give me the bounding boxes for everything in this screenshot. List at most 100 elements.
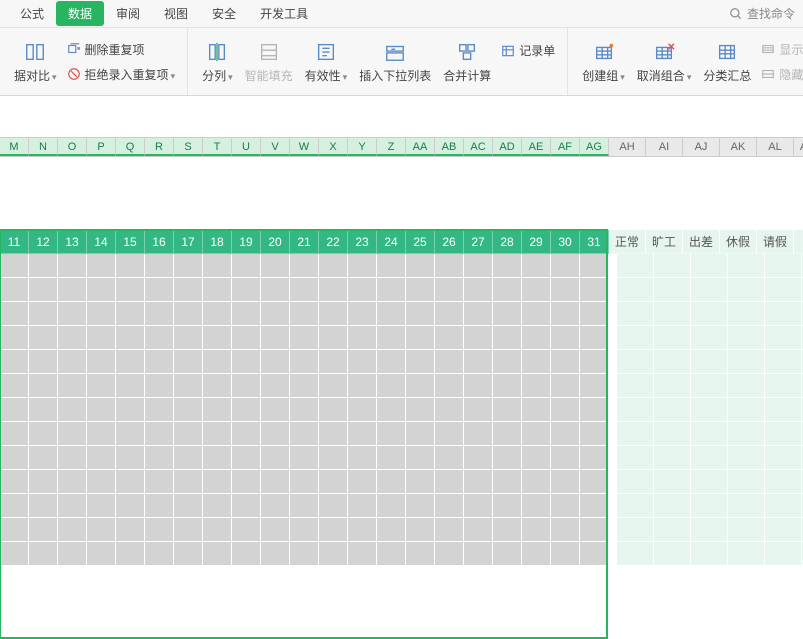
cell[interactable] — [0, 278, 29, 302]
col-header-P[interactable]: P — [87, 138, 116, 156]
cell[interactable] — [617, 278, 654, 302]
cell[interactable] — [174, 398, 203, 422]
cell[interactable] — [580, 374, 609, 398]
cell[interactable] — [654, 302, 691, 326]
cell[interactable] — [29, 302, 58, 326]
cell[interactable] — [348, 542, 377, 566]
cell[interactable] — [29, 422, 58, 446]
cell[interactable] — [87, 254, 116, 278]
cell[interactable] — [406, 278, 435, 302]
cell[interactable] — [145, 374, 174, 398]
cell[interactable] — [232, 446, 261, 470]
cell[interactable] — [654, 494, 691, 518]
cell[interactable] — [464, 350, 493, 374]
cell[interactable] — [691, 374, 728, 398]
header-day-28[interactable]: 28 — [493, 230, 522, 254]
cell[interactable] — [348, 302, 377, 326]
cell[interactable] — [232, 470, 261, 494]
cell[interactable] — [493, 422, 522, 446]
cell[interactable] — [174, 302, 203, 326]
cell[interactable] — [203, 398, 232, 422]
col-header-R[interactable]: R — [145, 138, 174, 156]
col-header-U[interactable]: U — [232, 138, 261, 156]
col-header-AL[interactable]: AL — [757, 138, 794, 156]
cell[interactable] — [145, 470, 174, 494]
cell[interactable] — [232, 326, 261, 350]
cell[interactable] — [435, 542, 464, 566]
cell[interactable] — [377, 278, 406, 302]
col-header-S[interactable]: S — [174, 138, 203, 156]
cell[interactable] — [435, 422, 464, 446]
cell[interactable] — [464, 302, 493, 326]
consolidate-button[interactable]: 合并计算 — [437, 28, 497, 95]
cell[interactable] — [617, 542, 654, 566]
cell[interactable] — [290, 470, 319, 494]
cell[interactable] — [319, 302, 348, 326]
cell[interactable] — [58, 350, 87, 374]
cell[interactable] — [145, 494, 174, 518]
cell[interactable] — [435, 374, 464, 398]
cell[interactable] — [691, 326, 728, 350]
cell[interactable] — [58, 518, 87, 542]
cell[interactable] — [87, 470, 116, 494]
cell[interactable] — [261, 302, 290, 326]
grid-days[interactable] — [0, 254, 609, 566]
cell[interactable] — [377, 254, 406, 278]
cell[interactable] — [654, 422, 691, 446]
cell[interactable] — [522, 422, 551, 446]
cell[interactable] — [290, 518, 319, 542]
cell[interactable] — [464, 494, 493, 518]
cell[interactable] — [232, 374, 261, 398]
cell[interactable] — [348, 326, 377, 350]
cell[interactable] — [203, 278, 232, 302]
col-header-AG[interactable]: AG — [580, 138, 609, 156]
cell[interactable] — [0, 350, 29, 374]
cell[interactable] — [406, 254, 435, 278]
cell[interactable] — [290, 542, 319, 566]
cell[interactable] — [29, 254, 58, 278]
cell[interactable] — [58, 422, 87, 446]
cell[interactable] — [551, 254, 580, 278]
cell[interactable] — [580, 422, 609, 446]
cell[interactable] — [29, 518, 58, 542]
cell[interactable] — [319, 542, 348, 566]
cell[interactable] — [691, 470, 728, 494]
cell[interactable] — [493, 398, 522, 422]
cell[interactable] — [654, 542, 691, 566]
cell[interactable] — [765, 422, 802, 446]
header-day-19[interactable]: 19 — [232, 230, 261, 254]
cell[interactable] — [377, 422, 406, 446]
cell[interactable] — [654, 398, 691, 422]
cell[interactable] — [203, 302, 232, 326]
cell[interactable] — [0, 374, 29, 398]
cell[interactable] — [654, 374, 691, 398]
column-headers[interactable]: MNOPQRSTUVWXYZAAABACADAEAFAGAHAIAJAKALA — [0, 137, 803, 157]
cell[interactable] — [551, 422, 580, 446]
cell[interactable] — [728, 374, 765, 398]
cell[interactable] — [116, 422, 145, 446]
grid-cats[interactable] — [617, 254, 803, 566]
cell[interactable] — [87, 350, 116, 374]
cell[interactable] — [348, 494, 377, 518]
cell[interactable] — [728, 422, 765, 446]
cell[interactable] — [261, 350, 290, 374]
cell[interactable] — [522, 518, 551, 542]
cell[interactable] — [145, 518, 174, 542]
header-cat[interactable]: 正常 — [609, 230, 646, 254]
col-header-partial[interactable]: A — [794, 138, 803, 156]
cell[interactable] — [261, 254, 290, 278]
menu-review[interactable]: 审阅 — [104, 1, 152, 26]
cell[interactable] — [406, 542, 435, 566]
header-day-21[interactable]: 21 — [290, 230, 319, 254]
cell[interactable] — [617, 494, 654, 518]
header-day-29[interactable]: 29 — [522, 230, 551, 254]
cell[interactable] — [203, 494, 232, 518]
cell[interactable] — [0, 302, 29, 326]
cell[interactable] — [464, 542, 493, 566]
cell[interactable] — [464, 518, 493, 542]
cell[interactable] — [0, 470, 29, 494]
subtotal-button[interactable]: 分类汇总 — [697, 28, 757, 95]
cell[interactable] — [580, 278, 609, 302]
cell[interactable] — [0, 542, 29, 566]
cell[interactable] — [765, 374, 802, 398]
